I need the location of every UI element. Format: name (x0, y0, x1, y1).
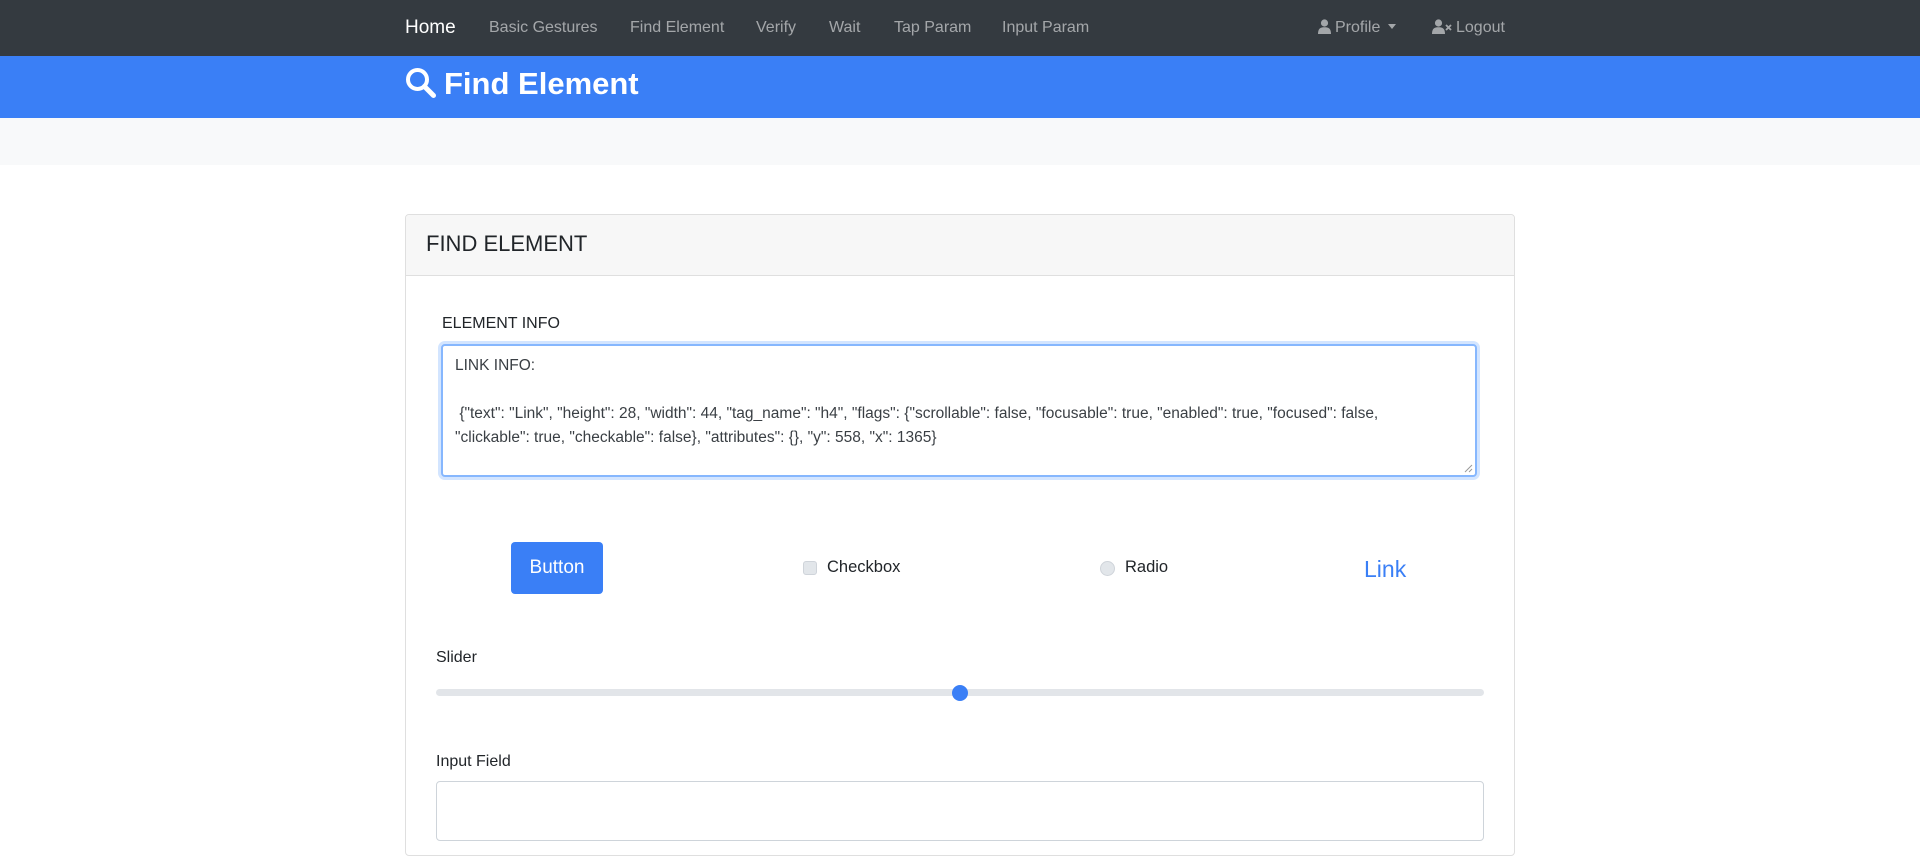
card-title: FIND ELEMENT (426, 231, 588, 256)
card-header: FIND ELEMENT (406, 215, 1514, 276)
input-field-label: Input Field (436, 753, 511, 770)
top-navbar: Home Basic Gestures Find Element Verify … (0, 0, 1920, 56)
slider-track[interactable] (436, 685, 1484, 701)
link[interactable]: Link (1364, 556, 1406, 583)
find-element-card: FIND ELEMENT ELEMENT INFO LINK INFO: {"t… (405, 214, 1515, 856)
nav-basic-gestures-link[interactable]: Basic Gestures (489, 0, 597, 56)
profile-dropdown[interactable]: Profile (1318, 0, 1397, 56)
element-info-line: LINK INFO: (455, 357, 536, 374)
slider-label: Slider (436, 649, 477, 666)
radio-label[interactable]: Radio (1125, 558, 1168, 577)
checkbox[interactable] (803, 561, 817, 575)
caret-down-icon (1388, 24, 1397, 29)
user-times-icon (1432, 19, 1456, 36)
nav-home-link[interactable]: Home (405, 0, 456, 56)
sub-header-bar (0, 118, 1920, 165)
element-info-label: ELEMENT INFO (442, 315, 560, 332)
page-title: Find Element (405, 56, 639, 118)
element-info-textarea[interactable]: LINK INFO: {"text": "Link", "height": 28… (441, 344, 1477, 477)
slider-thumb[interactable] (952, 685, 968, 701)
logout-label: Logout (1456, 19, 1505, 36)
radio-button[interactable] (1100, 561, 1115, 576)
resize-handle-icon[interactable] (1464, 464, 1473, 473)
search-icon (405, 66, 444, 101)
page-header-banner: Find Element (0, 56, 1920, 118)
nav-tap-param-link[interactable]: Tap Param (894, 0, 971, 56)
user-icon (1318, 19, 1335, 36)
input-field[interactable] (436, 781, 1484, 841)
profile-label: Profile (1335, 19, 1381, 36)
primary-button[interactable]: Button (511, 542, 603, 594)
element-info-line (455, 378, 1463, 402)
logout-link[interactable]: Logout (1432, 0, 1505, 56)
nav-verify-link[interactable]: Verify (756, 0, 796, 56)
page-title-text: Find Element (444, 66, 639, 101)
nav-find-element-link[interactable]: Find Element (630, 0, 724, 56)
nav-input-param-link[interactable]: Input Param (1002, 0, 1089, 56)
element-info-line: "clickable": true, "checkable": false}, … (455, 429, 937, 446)
checkbox-label[interactable]: Checkbox (827, 558, 900, 577)
element-info-line: {"text": "Link", "height": 28, "width": … (455, 405, 1379, 422)
nav-wait-link[interactable]: Wait (829, 0, 860, 56)
